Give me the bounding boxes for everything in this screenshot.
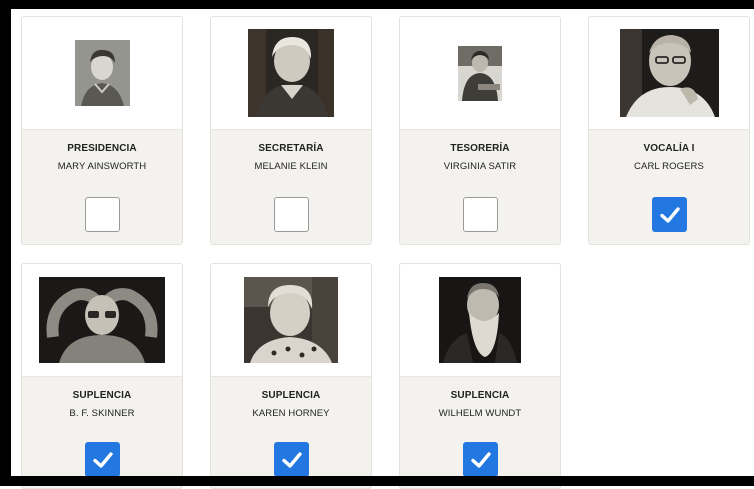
candidate-card-presidencia: PRESIDENCIA MARY AINSWORTH [21,16,183,245]
window-frame-bottom [0,476,754,486]
photo-area [211,17,371,130]
candidate-photo [619,29,719,117]
candidate-name: MARY AINSWORTH [57,161,147,172]
select-checkbox[interactable] [85,197,120,232]
photo-area [22,17,182,130]
candidate-name: CARL ROGERS [634,161,704,172]
candidate-card-suplencia-3: SUPLENCIA WILHELM WUNDT [399,263,561,489]
window-frame-top [0,0,754,9]
candidate-photo [244,277,338,363]
candidate-name: VIRGINIA SATIR [443,161,517,172]
select-checkbox[interactable] [85,442,120,477]
candidate-photo [458,45,502,101]
candidate-card-secretaria: SECRETARÍA MELANIE KLEIN [210,16,372,245]
candidate-card-suplencia-2: SUPLENCIA KAREN HORNEY [210,263,372,489]
checkmark-icon [92,451,113,468]
candidate-photo [39,277,165,363]
candidate-name: B. F. SKINNER [69,408,135,419]
role-label: SUPLENCIA [450,390,510,401]
photo-area [211,264,371,377]
photo-area [400,17,560,130]
candidate-photo [74,40,130,106]
photo-area [400,264,560,377]
candidate-photo [248,29,334,117]
role-label: VOCALÍA I [643,143,695,154]
window-frame-left [0,0,11,486]
select-checkbox[interactable] [274,442,309,477]
candidate-name: KAREN HORNEY [252,408,330,419]
photo-area [22,264,182,377]
role-label: SUPLENCIA [72,390,132,401]
photo-area [589,17,749,130]
candidate-card-tesoreria: TESORERÍA VIRGINIA SATIR [399,16,561,245]
role-label: SECRETARÍA [258,143,324,154]
candidate-name: MELANIE KLEIN [254,161,328,172]
checkmark-icon [470,451,491,468]
select-checkbox[interactable] [463,442,498,477]
checkmark-icon [281,451,302,468]
role-label: TESORERÍA [450,143,510,154]
candidate-photo [439,277,521,363]
select-checkbox[interactable] [274,197,309,232]
select-checkbox[interactable] [463,197,498,232]
candidate-card-suplencia-1: SUPLENCIA B. F. SKINNER [21,263,183,489]
role-label: PRESIDENCIA [67,143,137,154]
select-checkbox[interactable] [652,197,687,232]
role-label: SUPLENCIA [261,390,321,401]
candidate-card-vocalia: VOCALÍA I CARL ROGERS [588,16,750,245]
candidate-name: WILHELM WUNDT [438,408,522,419]
checkmark-icon [659,206,680,223]
